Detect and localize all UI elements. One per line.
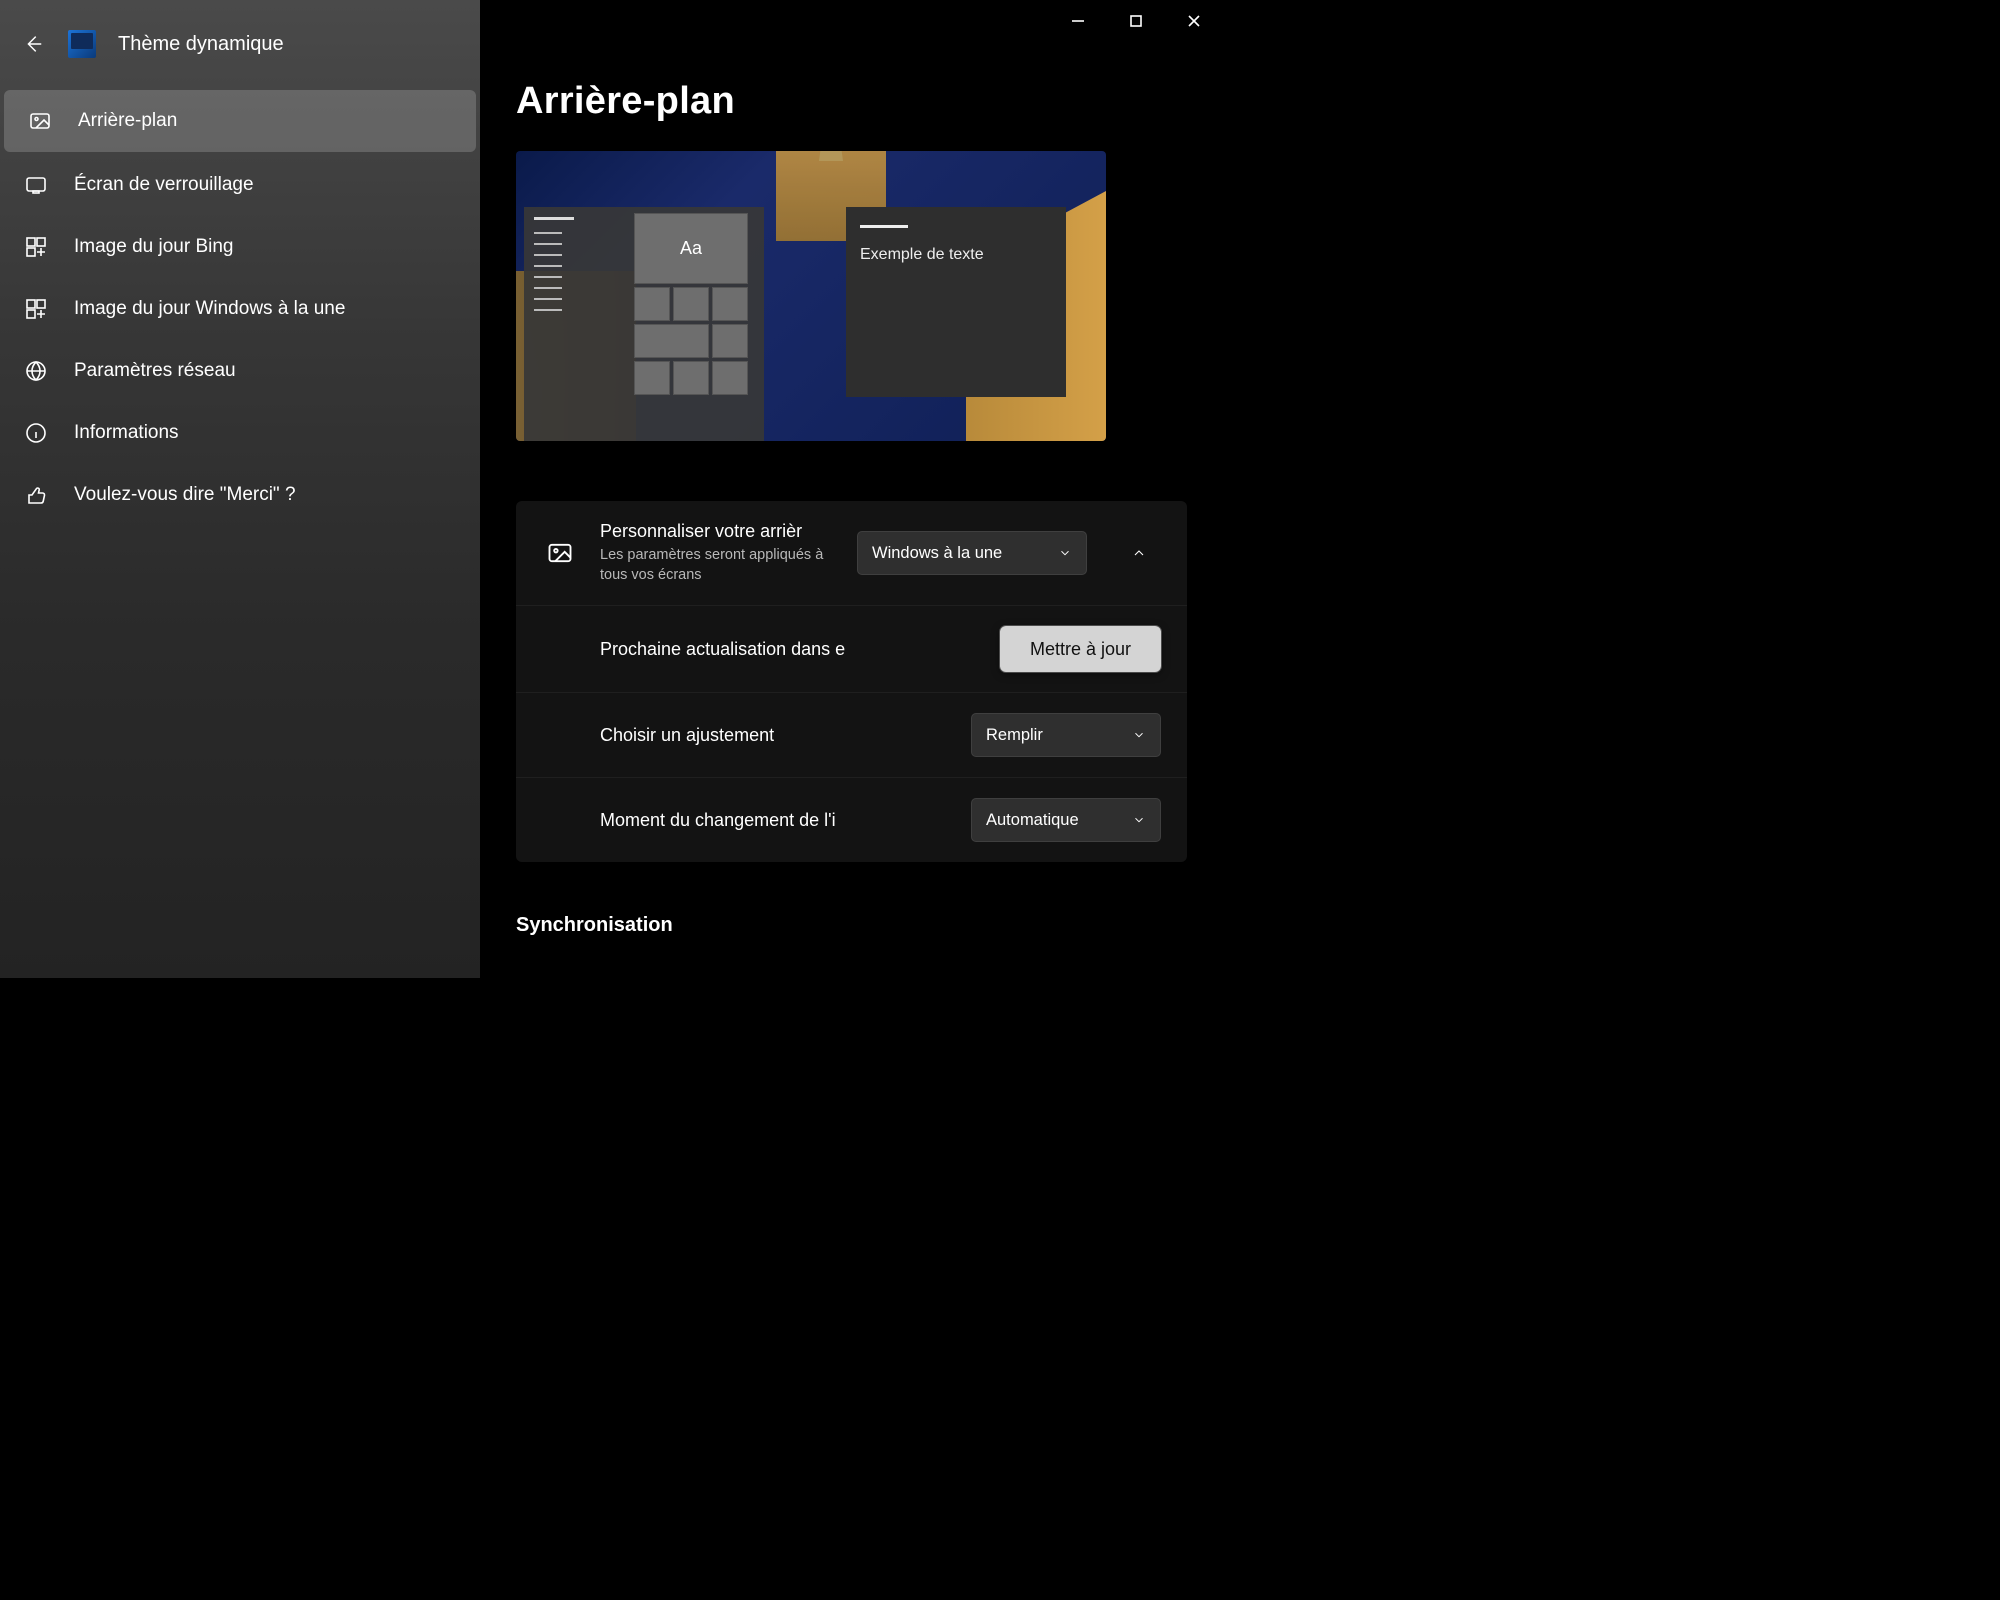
app-icon xyxy=(68,30,96,58)
expand-toggle[interactable] xyxy=(1117,531,1161,575)
dropdown-value: Remplir xyxy=(986,726,1043,745)
window-controls xyxy=(1049,0,1223,42)
setting-title: Personnaliser votre arrièr xyxy=(600,521,835,542)
close-icon xyxy=(1187,14,1201,28)
sidebar-item-bing[interactable]: Image du jour Bing xyxy=(0,216,480,278)
setting-personalize-background: Personnaliser votre arrièr Les paramètre… xyxy=(516,501,1187,605)
sidebar-item-label: Image du jour Bing xyxy=(74,236,234,258)
main-content: Arrière-plan Aa Exemple de texte xyxy=(480,0,1223,978)
sidebar-item-label: Paramètres réseau xyxy=(74,360,236,382)
sidebar-item-spotlight[interactable]: Image du jour Windows à la une xyxy=(0,278,480,340)
setting-subtitle: Les paramètres seront appliqués à tous v… xyxy=(600,546,835,585)
dropdown-value: Automatique xyxy=(986,811,1079,830)
image-icon xyxy=(542,535,578,571)
sidebar-item-background[interactable]: Arrière-plan xyxy=(4,90,476,152)
sidebar-item-lockscreen[interactable]: Écran de verrouillage xyxy=(0,154,480,216)
sidebar-header: Thème dynamique xyxy=(0,0,480,88)
settings-card: Personnaliser votre arrièr Les paramètre… xyxy=(516,501,1187,862)
back-button[interactable] xyxy=(20,31,46,57)
chevron-up-icon xyxy=(1131,545,1147,561)
minimize-button[interactable] xyxy=(1049,0,1107,42)
app-title: Thème dynamique xyxy=(118,33,284,56)
chevron-down-icon xyxy=(1058,546,1072,560)
info-icon xyxy=(22,419,50,447)
sidebar-item-label: Image du jour Windows à la une xyxy=(74,298,345,320)
setting-title: Prochaine actualisation dans e xyxy=(600,639,978,660)
sync-heading: Synchronisation xyxy=(516,914,1187,937)
preview-popup: Exemple de texte xyxy=(846,207,1066,397)
sidebar-item-label: Voulez-vous dire "Merci" ? xyxy=(74,484,296,506)
lockscreen-icon xyxy=(22,171,50,199)
sidebar: Thème dynamique Arrière-plan Écran de ve… xyxy=(0,0,480,978)
sidebar-item-label: Écran de verrouillage xyxy=(74,174,254,196)
preview-start-menu: Aa xyxy=(524,207,764,441)
sidebar-item-label: Arrière-plan xyxy=(78,110,177,132)
globe-icon xyxy=(22,357,50,385)
sidebar-item-label: Informations xyxy=(74,422,179,444)
setting-next-refresh: Prochaine actualisation dans e Mettre à … xyxy=(516,605,1187,692)
preview-sample-text: Exemple de texte xyxy=(860,246,1052,264)
thumbs-up-icon xyxy=(22,481,50,509)
preview-tile-aa: Aa xyxy=(634,213,748,284)
image-icon xyxy=(26,107,54,135)
sidebar-item-info[interactable]: Informations xyxy=(0,402,480,464)
chevron-down-icon xyxy=(1132,813,1146,827)
fit-dropdown[interactable]: Remplir xyxy=(971,713,1161,757)
page-title: Arrière-plan xyxy=(516,80,1187,123)
background-type-dropdown[interactable]: Windows à la une xyxy=(857,531,1087,575)
desktop-preview: Aa Exemple de texte xyxy=(516,151,1106,441)
setting-title: Moment du changement de l'i xyxy=(600,810,949,831)
minimize-icon xyxy=(1071,14,1085,28)
update-button[interactable]: Mettre à jour xyxy=(1000,626,1161,672)
maximize-button[interactable] xyxy=(1107,0,1165,42)
change-moment-dropdown[interactable]: Automatique xyxy=(971,798,1161,842)
tiles-icon xyxy=(22,295,50,323)
arrow-left-icon xyxy=(22,33,44,55)
setting-title: Choisir un ajustement xyxy=(600,725,949,746)
tiles-icon xyxy=(22,233,50,261)
setting-change-moment: Moment du changement de l'i Automatique xyxy=(516,777,1187,862)
dropdown-value: Windows à la une xyxy=(872,544,1002,563)
chevron-down-icon xyxy=(1132,728,1146,742)
sidebar-item-thanks[interactable]: Voulez-vous dire "Merci" ? xyxy=(0,464,480,526)
close-button[interactable] xyxy=(1165,0,1223,42)
setting-choose-fit: Choisir un ajustement Remplir xyxy=(516,692,1187,777)
sidebar-item-network[interactable]: Paramètres réseau xyxy=(0,340,480,402)
sidebar-nav: Arrière-plan Écran de verrouillage Image… xyxy=(0,88,480,526)
maximize-icon xyxy=(1129,14,1143,28)
